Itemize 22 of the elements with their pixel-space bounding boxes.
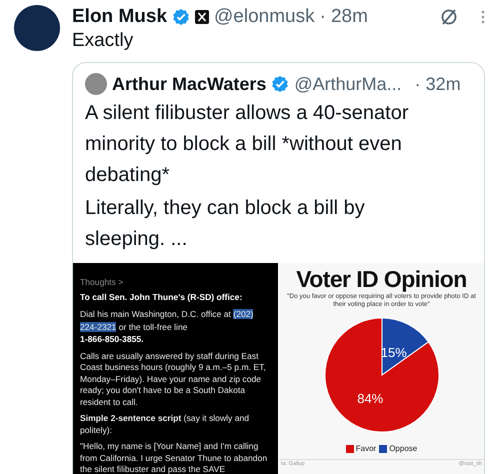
paragraph: "Hello, my name is [Your Name] and I'm calling from California. I urge Senator Thune to abandon the silent filibuster and pass the SAVE — [80, 441, 268, 474]
author-name: Arthur MacWaters — [112, 73, 266, 96]
paragraph: Dial his main Washington, D.C. office at (202) 224-2321 or the toll-free line 1-866-850-3855. — [80, 308, 254, 346]
post-time: 32m — [426, 73, 461, 96]
post-time: 28m — [330, 5, 368, 29]
paragraph: Calls are usually answered by staff during East Coast business hours (roughly 9 a.m.–5 p.m. ET, Monday–Friday). Have your name and zip code ready; you don't have to be a South Dakota resident to call. — [80, 350, 267, 408]
separator: · — [414, 73, 421, 96]
author-handle: @ArthurMa... — [294, 73, 402, 96]
paragraph: Simple 2-sentence script (say it slowly and politely): — [80, 413, 250, 436]
value-label: 15% — [380, 345, 406, 360]
legend-label: Oppose — [389, 443, 418, 455]
thoughts-link[interactable]: Thoughts > — [80, 277, 271, 288]
heading: To call Sen. John Thune's (R-SD) office: — [80, 292, 244, 303]
chart-title: Voter ID Opinion — [296, 265, 467, 293]
legend-label: Favor — [356, 443, 376, 455]
author-name[interactable]: Elon Musk — [72, 5, 168, 29]
value-label: 84% — [356, 390, 383, 406]
separator: · — [320, 5, 326, 29]
quoted-text: Literally, they can block a bill by sleeping. ... — [85, 196, 366, 252]
post-text: Exactly — [72, 29, 134, 53]
quoted-text: A silent filibuster allows a 40-senator minority to block a bill *without even debating* — [85, 101, 410, 188]
author-handle[interactable]: @elonmusk — [214, 5, 315, 29]
